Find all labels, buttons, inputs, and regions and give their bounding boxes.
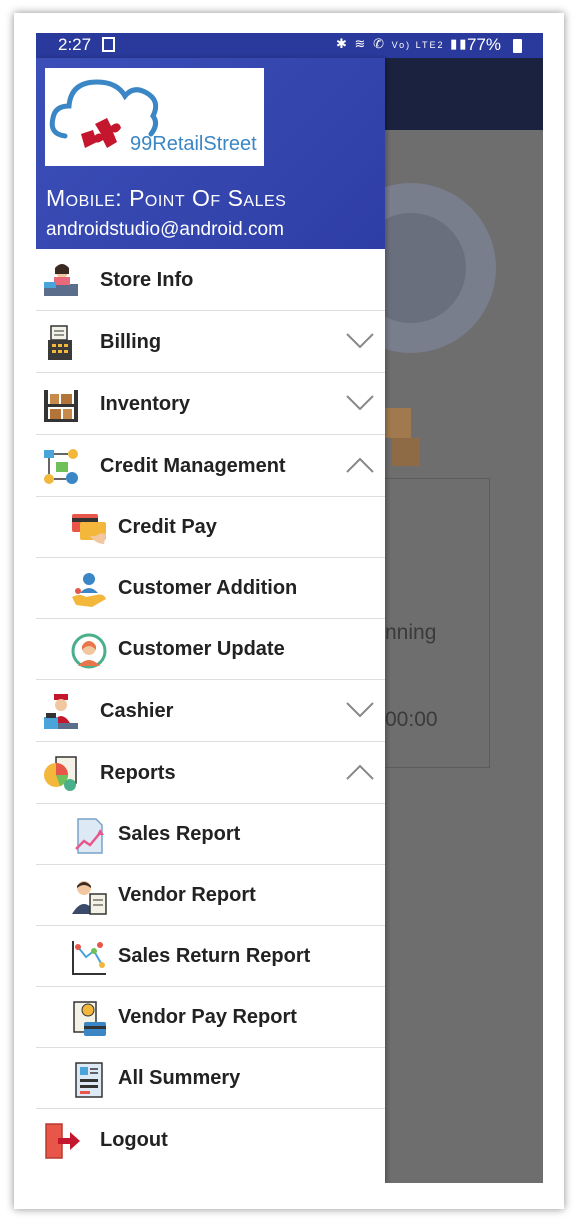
menu-item-billing[interactable]: Billing	[36, 311, 385, 373]
drawer-menu: Store Info Billing Inventory Credit Mana…	[36, 249, 385, 1171]
status-icons: ✱ ≋ ✆ Vo) LTE2 ▮▮	[336, 36, 468, 52]
signal-label: Vo) LTE2	[391, 40, 445, 50]
menu-item-inventory[interactable]: Inventory	[36, 373, 385, 435]
credit-card-icon	[70, 510, 108, 548]
menu-label: Customer Update	[118, 638, 285, 660]
signal-icon: ▮▮	[450, 36, 469, 51]
device-frame: 2:27 ✱ ≋ ✆ Vo) LTE2 ▮▮ 77% nning 00:00 9…	[14, 13, 564, 1209]
menu-label: Credit Pay	[118, 516, 217, 538]
menu-label: Customer Addition	[118, 577, 298, 599]
drawer-header: 99RetailStreet Mobile: Point Of Sales an…	[36, 58, 385, 249]
menu-item-all-summery[interactable]: All Summery	[36, 1048, 385, 1109]
pay-report-icon	[70, 1000, 108, 1038]
menu-label: Cashier	[100, 700, 174, 722]
chevron-down-icon[interactable]	[346, 395, 374, 411]
wifi-icon: ≋	[354, 36, 368, 51]
customer-add-icon	[70, 571, 108, 609]
battery-percent: 77%	[467, 35, 502, 54]
app-logo: 99RetailStreet	[45, 68, 264, 166]
call-icon: ✆	[373, 36, 386, 51]
logout-door-icon	[42, 1122, 80, 1160]
phone-screen: 2:27 ✱ ≋ ✆ Vo) LTE2 ▮▮ 77% nning 00:00 9…	[36, 33, 543, 1183]
warehouse-shelf-icon	[42, 386, 80, 424]
menu-label: Credit Management	[100, 455, 286, 477]
battery-icon	[513, 39, 522, 53]
menu-label: Vendor Report	[118, 884, 256, 906]
credit-network-icon	[42, 448, 80, 486]
menu-label: Store Info	[100, 269, 194, 291]
menu-item-reports[interactable]: Reports	[36, 742, 385, 804]
menu-item-sales-return-report[interactable]: Sales Return Report	[36, 926, 385, 987]
background-box-icon	[381, 408, 411, 438]
vendor-report-icon	[70, 878, 108, 916]
user-email: androidstudio@android.com	[46, 219, 284, 240]
menu-item-store-info[interactable]: Store Info	[36, 249, 385, 311]
scatter-chart-icon	[70, 939, 108, 977]
menu-label: Sales Return Report	[118, 945, 311, 967]
chevron-up-icon[interactable]	[346, 457, 374, 473]
cashier-desk-icon	[42, 262, 80, 300]
menu-label: Billing	[100, 331, 162, 353]
cash-register-icon	[42, 324, 80, 362]
menu-item-credit-pay[interactable]: Credit Pay	[36, 497, 385, 558]
status-time: 2:27	[58, 35, 92, 54]
chevron-up-icon[interactable]	[346, 764, 374, 780]
menu-label: Reports	[100, 762, 176, 784]
menu-label: Sales Report	[118, 823, 241, 845]
cashier-person-icon	[42, 693, 80, 731]
navigation-drawer: 99RetailStreet Mobile: Point Of Sales an…	[36, 58, 385, 1183]
status-bar: 2:27 ✱ ≋ ✆ Vo) LTE2 ▮▮ 77%	[36, 33, 543, 58]
menu-label: Logout	[100, 1129, 168, 1151]
background-box-icon-2	[392, 438, 420, 466]
pie-report-icon	[42, 755, 80, 793]
sales-chart-icon	[70, 817, 108, 855]
app-name: Mobile: Point Of Sales	[46, 185, 287, 211]
notification-icon	[102, 37, 115, 52]
logo-text: 99RetailStreet	[130, 133, 257, 155]
summary-doc-icon	[70, 1061, 108, 1099]
menu-item-customer-update[interactable]: Customer Update	[36, 619, 385, 680]
chevron-down-icon[interactable]	[346, 702, 374, 718]
menu-item-logout[interactable]: Logout	[36, 1109, 385, 1171]
background-running-text: nning	[385, 621, 437, 644]
menu-item-vendor-report[interactable]: Vendor Report	[36, 865, 385, 926]
menu-item-sales-report[interactable]: Sales Report	[36, 804, 385, 865]
menu-label: Vendor Pay Report	[118, 1006, 297, 1028]
chevron-down-icon[interactable]	[346, 333, 374, 349]
menu-item-vendor-pay-report[interactable]: Vendor Pay Report	[36, 987, 385, 1048]
menu-item-customer-addition[interactable]: Customer Addition	[36, 558, 385, 619]
menu-item-credit-management[interactable]: Credit Management	[36, 435, 385, 497]
menu-item-cashier[interactable]: Cashier	[36, 680, 385, 742]
bluetooth-icon: ✱	[336, 36, 349, 51]
customer-support-icon	[70, 632, 108, 670]
menu-label: All Summery	[118, 1067, 241, 1089]
menu-label: Inventory	[100, 393, 191, 415]
background-time-text: 00:00	[385, 708, 438, 731]
